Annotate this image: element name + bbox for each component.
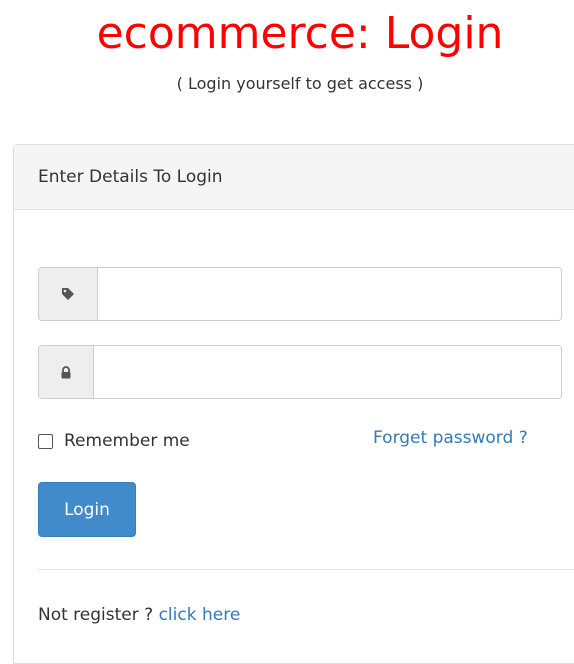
tag-icon [39, 268, 98, 320]
username-input[interactable] [98, 268, 561, 320]
lock-icon [39, 346, 94, 398]
remember-label: Remember me [64, 431, 190, 451]
register-prompt: Not register ? click here [38, 605, 240, 625]
divider [38, 569, 574, 570]
forget-password-link[interactable]: Forget password ? [373, 428, 528, 448]
login-panel: Enter Details To Login Remember me Forge… [13, 144, 574, 664]
password-input-group [38, 345, 562, 399]
page-title: ecommerce: Login [96, 8, 504, 59]
page-subtitle: ( Login yourself to get access ) [176, 74, 424, 93]
panel-heading: Enter Details To Login [14, 145, 574, 210]
login-button[interactable]: Login [38, 482, 136, 537]
password-input[interactable] [94, 346, 561, 398]
register-prompt-text: Not register ? [38, 605, 159, 625]
register-link[interactable]: click here [159, 605, 241, 625]
username-input-group [38, 267, 562, 321]
remember-me[interactable]: Remember me [38, 431, 190, 451]
remember-checkbox[interactable] [38, 433, 53, 449]
